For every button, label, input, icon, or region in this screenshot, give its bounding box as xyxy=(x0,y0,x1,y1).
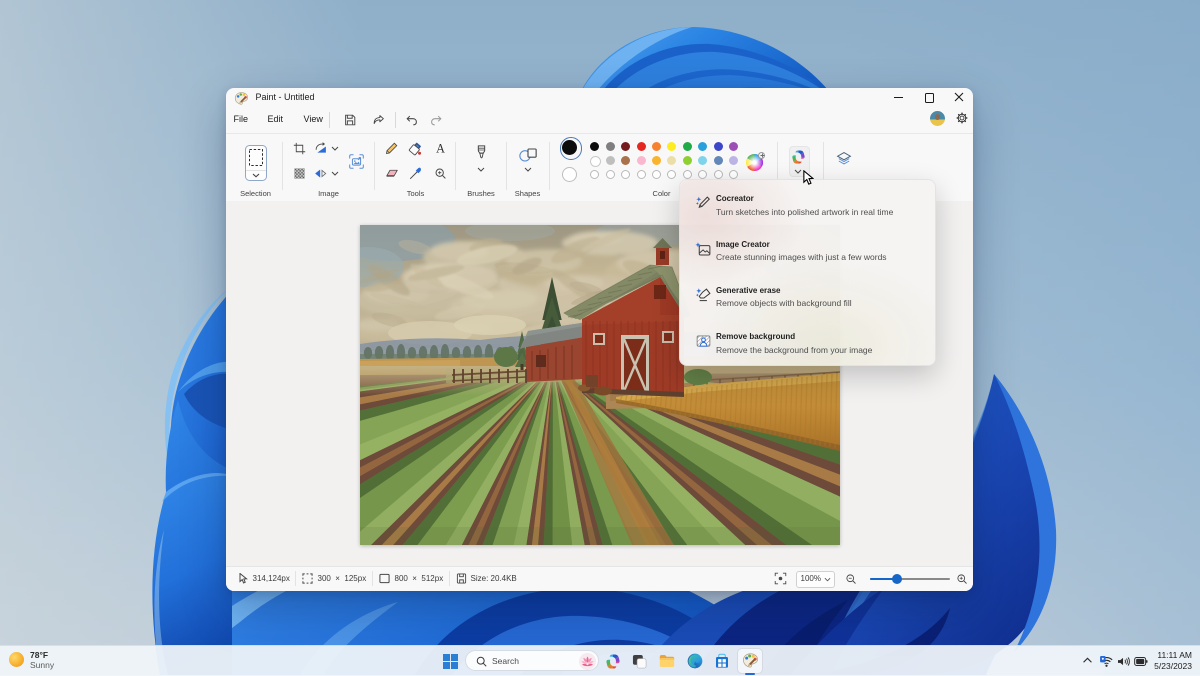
svg-text:A: A xyxy=(436,142,445,155)
